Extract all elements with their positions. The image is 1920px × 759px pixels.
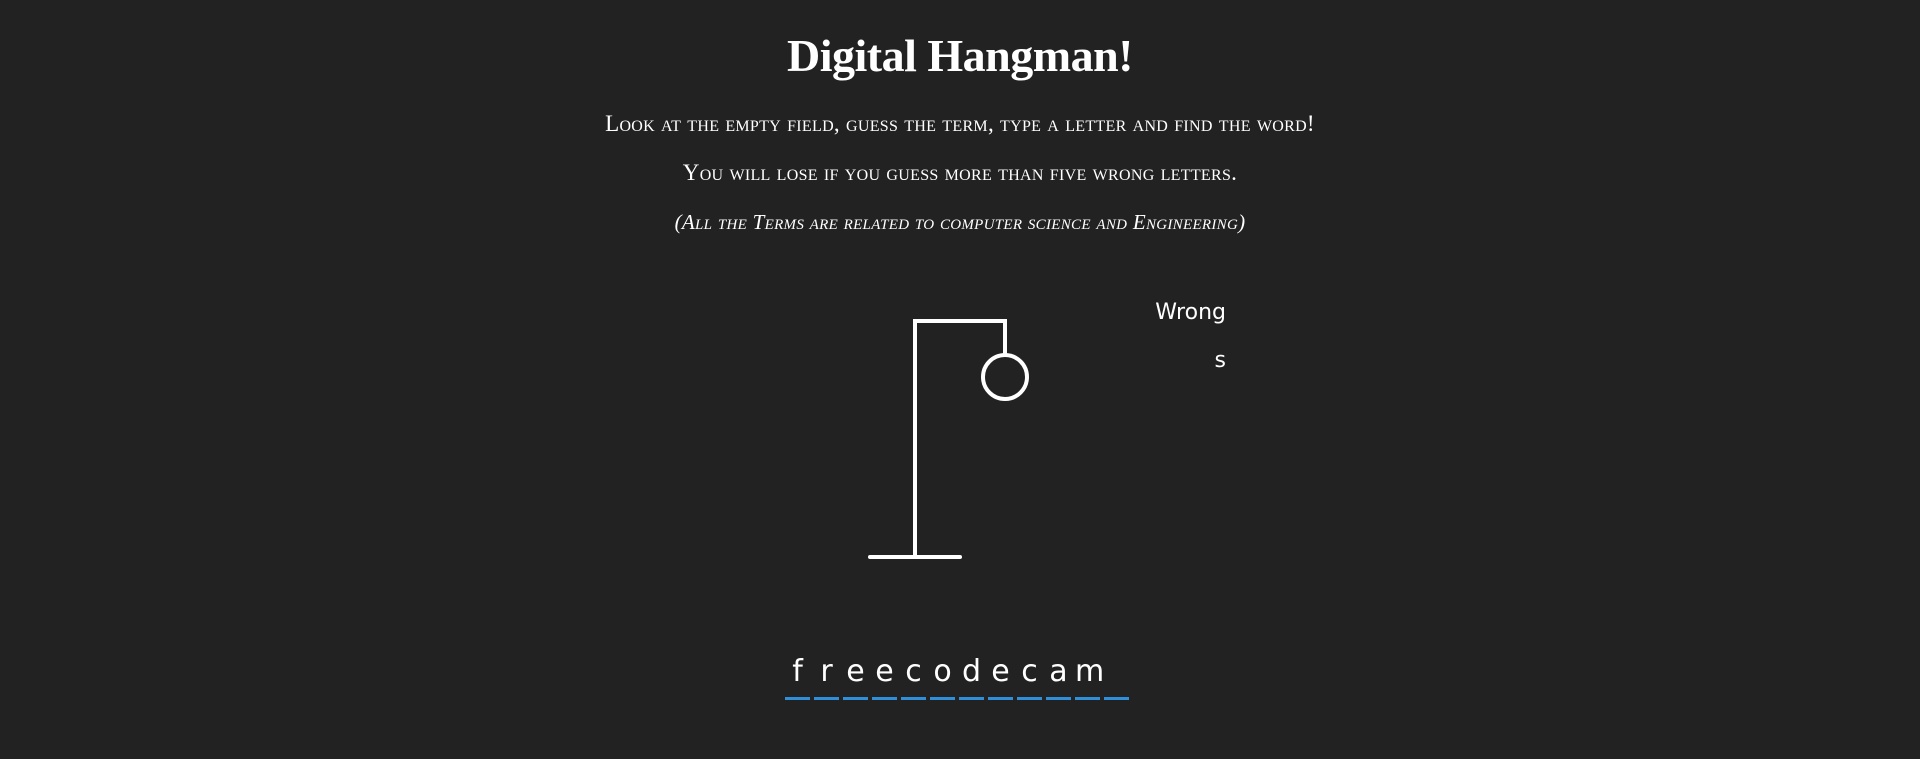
letter-slot: c [901,650,926,700]
wrong-letters-panel: Wrong s [1100,296,1226,378]
letter-slot: d [959,650,984,700]
rule-text: You will lose if you guess more than fiv… [682,160,1238,185]
letter-slot: o [930,650,955,700]
hangman-drawing [868,319,1029,559]
letter-slot: c [1017,650,1042,700]
hangman-head [981,353,1029,401]
letter-slot: e [988,650,1013,700]
letter-slot: r [814,650,839,700]
letter-slot: a [1046,650,1071,700]
letter-slot: m [1075,650,1104,700]
wrong-label: Wrong [1155,300,1226,325]
topic-note: (All the Terms are related to computer s… [674,210,1246,234]
word-display: freecodecam [785,650,1133,710]
letter-slot [1104,650,1129,700]
letter-slot: e [872,650,897,700]
page-title: Digital Hangman! [787,30,1133,81]
instruction-text: Look at the empty field, guess the term,… [605,111,1315,136]
letter-slot: f [785,650,810,700]
letter-slot: e [843,650,868,700]
wrong-letters-list: s [1214,348,1226,373]
hangman-page: Digital Hangman! Look at the empty field… [0,0,1920,759]
